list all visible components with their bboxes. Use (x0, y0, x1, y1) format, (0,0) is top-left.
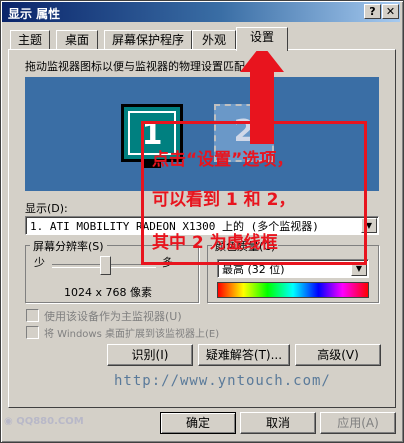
annotation-line-3: 其中 2 为虚线框 (152, 233, 278, 253)
resolution-group-label: 屏幕分辨率(S) (30, 238, 107, 254)
corner-watermark-text: QQ880.COM (16, 416, 84, 427)
primary-monitor-label: 使用该设备作为主监视器(U) (44, 310, 182, 323)
extend-desktop-checkbox[interactable] (26, 326, 39, 339)
color-spectrum-bar (217, 282, 369, 298)
troubleshoot-button[interactable]: 疑难解答(T)... (198, 344, 290, 366)
identify-button[interactable]: 识别(I) (107, 344, 193, 366)
tab-appearance[interactable]: 外观 (192, 30, 236, 50)
apply-button[interactable]: 应用(A) (320, 412, 396, 434)
resolution-value: 1024 x 768 像素 (64, 286, 152, 299)
tab-settings[interactable]: 设置 (236, 27, 288, 51)
resolution-slider-thumb[interactable] (100, 256, 111, 275)
resolution-less-label: 少 (34, 256, 45, 269)
title-bar[interactable]: 显示 属性 (2, 2, 400, 22)
ok-button[interactable]: 确定 (160, 412, 236, 434)
corner-watermark: ◉ QQ880.COM (4, 416, 84, 427)
window-title: 显示 属性 (8, 7, 61, 21)
extend-desktop-label: 将 Windows 桌面扩展到该监视器上(E) (44, 329, 220, 340)
annotation-line-2: 可以看到 1 和 2， (152, 190, 296, 210)
advanced-button[interactable]: 高级(V) (295, 344, 381, 366)
help-button[interactable]: ? (364, 4, 381, 19)
tab-desktop[interactable]: 桌面 (56, 30, 98, 50)
display-label: 显示(D): (25, 202, 68, 215)
tab-themes[interactable]: 主题 (10, 30, 50, 50)
qq-logo-icon: ◉ (4, 416, 13, 427)
url-watermark: http://www.yntouch.com/ (114, 373, 331, 389)
instruction-text: 拖动监视器图标以便与监视器的物理设置匹配。 (25, 60, 256, 73)
close-button[interactable]: ✕ (382, 4, 399, 19)
cancel-button[interactable]: 取消 (240, 412, 316, 434)
tab-screensaver[interactable]: 屏幕保护程序 (104, 30, 192, 50)
annotation-line-1: 点击“设置”选项， (152, 150, 294, 170)
primary-monitor-checkbox[interactable] (26, 309, 39, 322)
